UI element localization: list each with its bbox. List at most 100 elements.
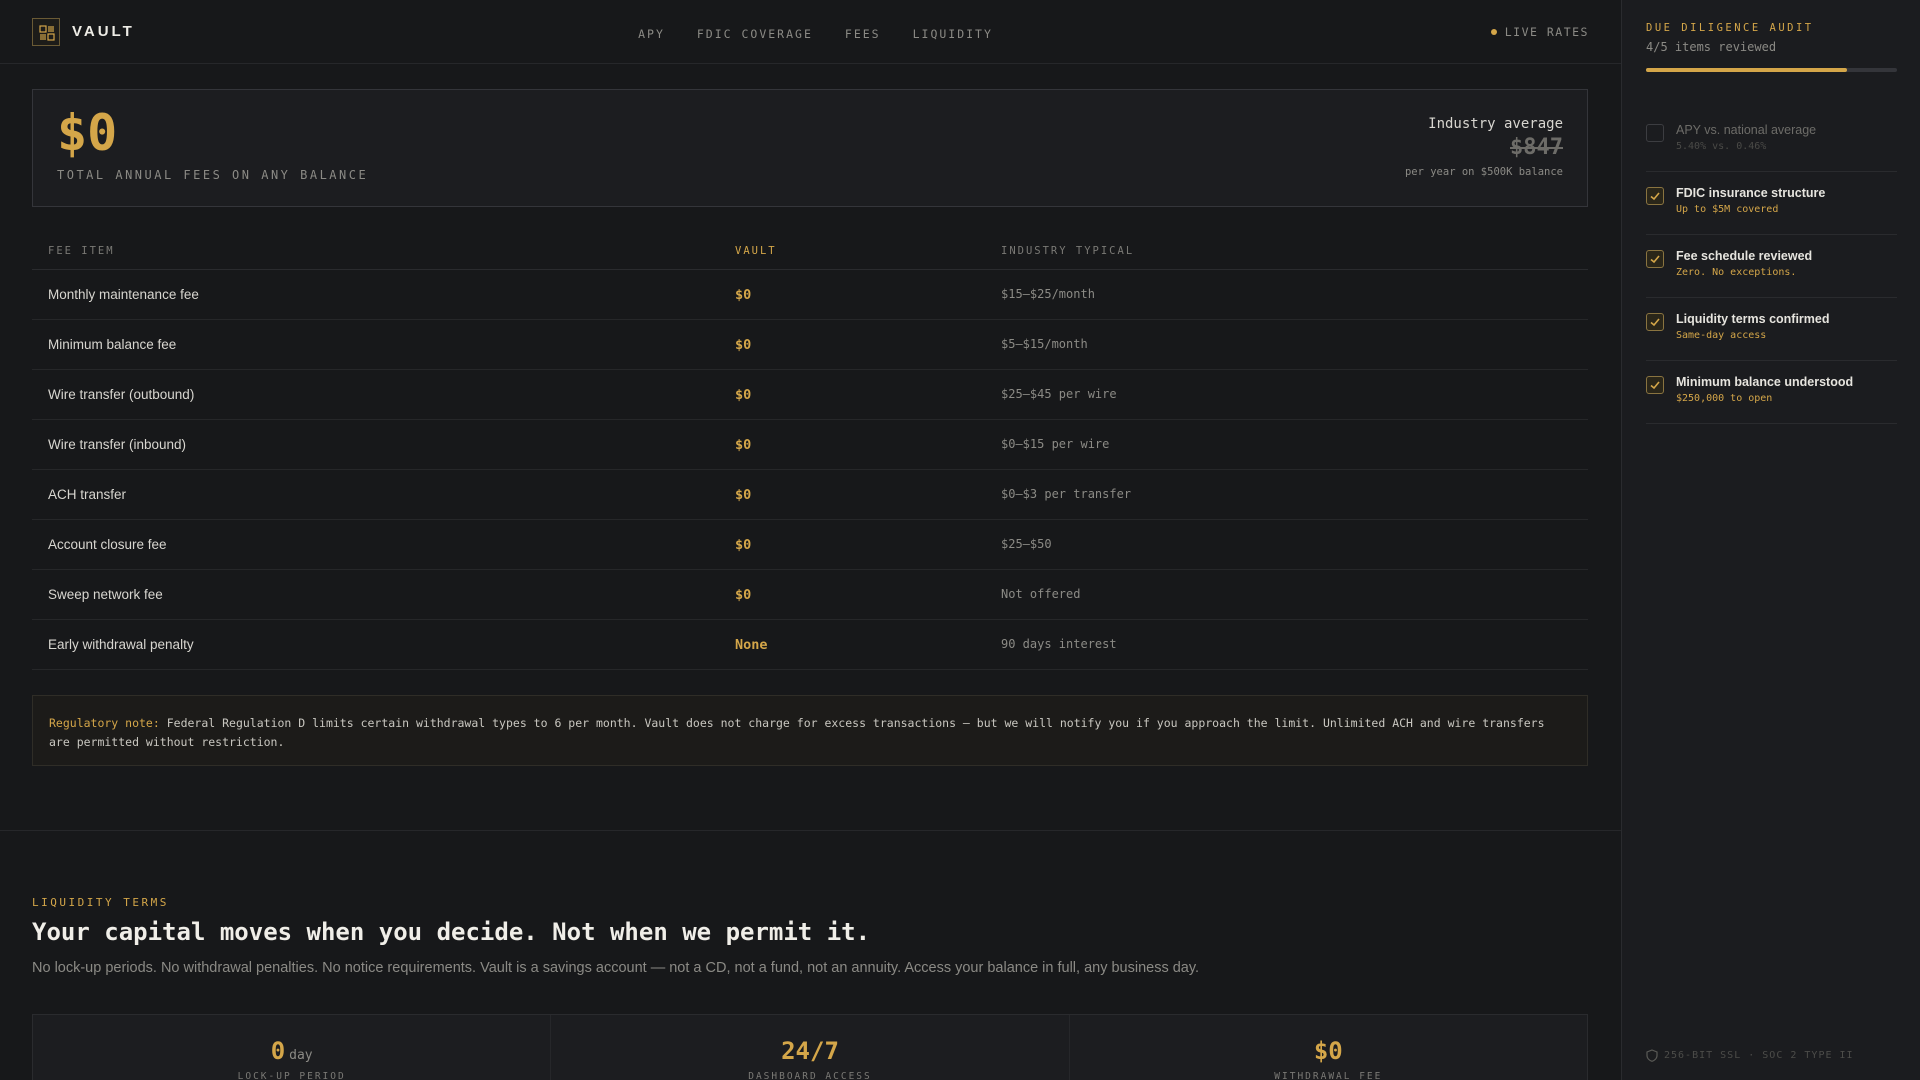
fee-table: FEE ITEM VAULT INDUSTRY TYPICAL Monthly … <box>32 237 1588 670</box>
table-row: Sweep network fee $0 Not offered <box>32 570 1588 620</box>
industry-average-sub: per year on $500K balance <box>1404 166 1563 178</box>
live-rates-label: LIVE RATES <box>1504 25 1589 39</box>
fee-industry-value: $25–$50 <box>1001 537 1052 551</box>
stat-unit: day <box>289 1048 313 1063</box>
audit-item-fees[interactable]: Fee schedule reviewed Zero. No exception… <box>1646 235 1897 298</box>
total-fees-amount: $0 <box>57 104 118 162</box>
fee-table-header: FEE ITEM VAULT INDUSTRY TYPICAL <box>32 237 1588 270</box>
audit-item-liquidity[interactable]: Liquidity terms confirmed Same-day acces… <box>1646 298 1897 361</box>
fee-vault-value: None <box>735 637 768 653</box>
section-divider <box>0 830 1621 831</box>
audit-item-sub: Same-day access <box>1676 330 1767 341</box>
table-row: Wire transfer (outbound) $0 $25–$45 per … <box>32 370 1588 420</box>
total-fees-caption: TOTAL ANNUAL FEES ON ANY BALANCE <box>57 168 369 182</box>
audit-item-minimum-balance[interactable]: Minimum balance understood $250,000 to o… <box>1646 361 1897 424</box>
audit-progress-bar <box>1646 68 1897 72</box>
audit-item-title: Fee schedule reviewed <box>1676 249 1813 263</box>
checkbox-checked-icon[interactable] <box>1646 376 1664 394</box>
stat-lockup: 0 day LOCK-UP PERIOD <box>33 1015 552 1080</box>
fee-vault-value: $0 <box>735 337 752 353</box>
fee-vault-value: $0 <box>735 587 752 603</box>
fee-industry-value: $0–$3 per transfer <box>1001 487 1132 501</box>
fee-vault-value: $0 <box>735 537 752 553</box>
fee-item-name: Minimum balance fee <box>48 337 177 352</box>
fees-summary-card: $0 TOTAL ANNUAL FEES ON ANY BALANCE Indu… <box>32 89 1588 207</box>
shield-icon <box>1646 1049 1658 1062</box>
stat-value: 0 <box>270 1037 286 1065</box>
checkbox-checked-icon[interactable] <box>1646 250 1664 268</box>
liquidity-eyebrow: LIQUIDITY TERMS <box>32 896 169 909</box>
nav-item-apy[interactable]: APY <box>638 27 665 41</box>
table-row: Early withdrawal penalty None 90 days in… <box>32 620 1588 670</box>
audit-progress-fill <box>1646 68 1847 72</box>
audit-checklist: APY vs. national average 5.40% vs. 0.46%… <box>1646 109 1897 424</box>
audit-item-title: Liquidity terms confirmed <box>1676 312 1830 326</box>
checkbox-unchecked-icon[interactable] <box>1646 124 1664 142</box>
top-bar: VAULT APY FDIC COVERAGE FEES LIQUIDITY L… <box>0 0 1621 64</box>
table-row: Minimum balance fee $0 $5–$15/month <box>32 320 1588 370</box>
audit-item-title: FDIC insurance structure <box>1676 186 1826 200</box>
fee-vault-value: $0 <box>735 287 752 303</box>
liquidity-description: No lock-up periods. No withdrawal penalt… <box>32 960 1200 976</box>
regulatory-note-label: Regulatory note: <box>49 716 160 730</box>
fee-industry-value: 90 days interest <box>1001 637 1117 651</box>
liquidity-stats: 0 day LOCK-UP PERIOD 24/7 DASHBOARD ACCES… <box>32 1014 1588 1080</box>
audit-item-fdic[interactable]: FDIC insurance structure Up to $5M cover… <box>1646 172 1897 235</box>
fee-item-name: Early withdrawal penalty <box>48 637 194 652</box>
industry-average: Industry average $847 per year on $500K … <box>1405 116 1563 178</box>
checkbox-checked-icon[interactable] <box>1646 313 1664 331</box>
audit-item-sub: $250,000 to open <box>1676 393 1773 404</box>
fee-item-name: Wire transfer (inbound) <box>48 437 187 452</box>
header-vault: VAULT <box>735 245 777 257</box>
audit-item-title: APY vs. national average <box>1676 123 1817 137</box>
regulatory-note-text: Federal Regulation D limits certain with… <box>49 716 1545 749</box>
checkbox-checked-icon[interactable] <box>1646 187 1664 205</box>
nav-item-fees[interactable]: FEES <box>845 27 881 41</box>
industry-average-label: Industry average <box>1428 116 1563 132</box>
live-dot-icon <box>1490 29 1497 35</box>
fee-industry-value: Not offered <box>1001 587 1081 601</box>
table-row: ACH transfer $0 $0–$3 per transfer <box>32 470 1588 520</box>
main-nav: APY FDIC COVERAGE FEES LIQUIDITY <box>0 25 1621 41</box>
stat-label: LOCK-UP PERIOD <box>237 1071 346 1080</box>
audit-item-sub: Zero. No exceptions. <box>1676 267 1797 278</box>
main-content: VAULT APY FDIC COVERAGE FEES LIQUIDITY L… <box>0 0 1621 1080</box>
header-fee-item: FEE ITEM <box>48 245 115 257</box>
regulatory-note: Regulatory note: Federal Regulation D li… <box>32 695 1588 766</box>
nav-item-fdic-coverage[interactable]: FDIC COVERAGE <box>697 27 813 41</box>
table-row: Wire transfer (inbound) $0 $0–$15 per wi… <box>32 420 1588 470</box>
fee-item-name: ACH transfer <box>48 487 127 502</box>
audit-item-title: Minimum balance understood <box>1676 375 1854 389</box>
fee-industry-value: $5–$15/month <box>1001 337 1088 351</box>
fee-industry-value: $25–$45 per wire <box>1001 387 1117 401</box>
fee-item-name: Wire transfer (outbound) <box>48 387 195 402</box>
fee-vault-value: $0 <box>735 487 752 503</box>
audit-sidebar: DUE DILIGENCE AUDIT 4/5 items reviewed A… <box>1621 0 1920 1080</box>
fee-item-name: Monthly maintenance fee <box>48 287 199 302</box>
fee-industry-value: $0–$15 per wire <box>1001 437 1110 451</box>
stat-value: 24/7 <box>781 1037 839 1065</box>
audit-item-sub: Up to $5M covered <box>1676 204 1779 215</box>
fee-industry-value: $15–$25/month <box>1001 287 1095 301</box>
table-row: Monthly maintenance fee $0 $15–$25/month <box>32 270 1588 320</box>
table-row: Account closure fee $0 $25–$50 <box>32 520 1588 570</box>
fee-item-name: Account closure fee <box>48 537 167 552</box>
liquidity-title: Your capital moves when you decide. Not … <box>32 918 871 946</box>
stat-label: WITHDRAWAL FEE <box>1274 1071 1383 1080</box>
stat-label: DASHBOARD ACCESS <box>748 1071 872 1080</box>
header-industry-typical: INDUSTRY TYPICAL <box>1001 245 1135 257</box>
audit-count: 4/5 items reviewed <box>1646 40 1777 54</box>
audit-eyebrow: DUE DILIGENCE AUDIT <box>1646 22 1814 34</box>
security-footer: 256-BIT SSL · SOC 2 TYPE II <box>1646 1049 1854 1062</box>
audit-item-sub: 5.40% vs. 0.46% <box>1676 141 1767 152</box>
fee-vault-value: $0 <box>735 437 752 453</box>
fee-vault-value: $0 <box>735 387 752 403</box>
industry-average-value: $847 <box>1510 135 1563 160</box>
stat-value: $0 <box>1313 1037 1343 1065</box>
nav-item-liquidity[interactable]: LIQUIDITY <box>913 27 993 41</box>
stat-dashboard-access: 24/7 DASHBOARD ACCESS <box>551 1015 1070 1080</box>
audit-item-apy[interactable]: APY vs. national average 5.40% vs. 0.46% <box>1646 109 1897 172</box>
live-rates-indicator: LIVE RATES <box>1490 25 1589 39</box>
fee-item-name: Sweep network fee <box>48 587 163 602</box>
security-footer-text: 256-BIT SSL · SOC 2 TYPE II <box>1664 1050 1854 1061</box>
